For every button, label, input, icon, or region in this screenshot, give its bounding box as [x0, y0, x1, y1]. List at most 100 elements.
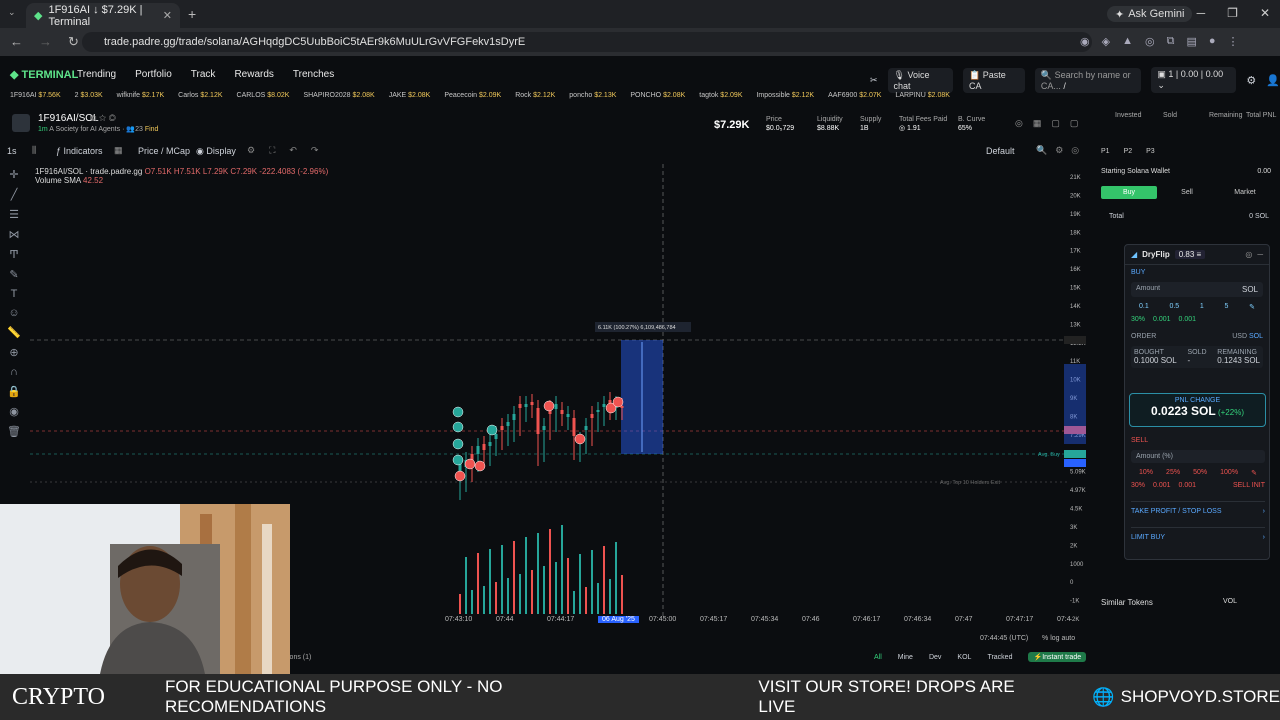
chart-settings-icons[interactable]: ⚙⛶↶↷ — [247, 145, 332, 156]
ticker-item[interactable]: poncho $2.13K — [569, 92, 616, 104]
nav-rewards[interactable]: Rewards — [234, 69, 273, 80]
currency-toggle[interactable]: USD SOL — [1232, 333, 1263, 340]
price-mcap-toggle[interactable]: Price / MCap — [138, 146, 190, 156]
ask-gemini-button[interactable]: ✦ Ask Gemini — [1107, 6, 1193, 22]
tab-menu-icon[interactable]: ⌄ — [8, 7, 16, 18]
chart-tool-icon[interactable]: ✂ — [870, 75, 878, 86]
ticker-item[interactable]: Impossible $2.12K — [756, 92, 814, 104]
extension-icon[interactable]: ◈ — [1102, 35, 1110, 48]
buy-tab[interactable]: Buy — [1101, 186, 1157, 199]
extension-icon[interactable]: ◎ — [1145, 35, 1155, 48]
preset-p2[interactable]: P2 — [1124, 148, 1133, 155]
eye-icon[interactable]: ◉ — [9, 405, 19, 418]
emoji-icon[interactable]: ☺ — [8, 307, 19, 319]
extensions-puzzle-icon[interactable]: ⧉ — [1167, 35, 1175, 48]
minimize-icon[interactable]: ─ — [1197, 6, 1206, 20]
ticker-item[interactable]: 1F916AI $7.56K — [10, 92, 61, 104]
ticker-item[interactable]: CARLOS $8.02K — [237, 92, 290, 104]
ticker-item[interactable]: 2 $3.03K — [75, 92, 103, 104]
nav-track[interactable]: Track — [191, 69, 216, 80]
limit-buy-row[interactable]: LIMIT BUY › — [1131, 527, 1265, 541]
settings-gear-icon[interactable]: ⚙ — [1246, 74, 1256, 87]
vol-sort[interactable]: VOL — [1223, 598, 1237, 605]
ticker-item[interactable]: Rock $2.12K — [515, 92, 555, 104]
pattern-icon[interactable]: ⋈ — [9, 228, 20, 241]
tpsl-row[interactable]: TAKE PROFIT / STOP LOSS › — [1131, 501, 1265, 515]
forward-icon[interactable]: → — [39, 34, 52, 50]
scale-options[interactable]: % log auto — [1042, 635, 1075, 642]
edit-icon[interactable]: ✎ — [1249, 303, 1255, 311]
new-tab-icon[interactable]: + — [188, 6, 196, 22]
filter-kol[interactable]: KOL — [957, 654, 971, 661]
quick-buy-0[interactable]: 0.1 — [1139, 303, 1149, 311]
filter-mine[interactable]: Mine — [898, 654, 913, 661]
interval-button[interactable]: 1s — [7, 146, 17, 156]
filter-all[interactable]: All — [874, 654, 882, 661]
back-icon[interactable]: ← — [10, 34, 23, 50]
amount-field[interactable]: Amount SOL — [1131, 282, 1263, 297]
close-tab-icon[interactable]: ✕ — [163, 9, 172, 22]
dryflip-settings-icon[interactable]: ◎ — [1245, 250, 1252, 259]
wallet-selector[interactable]: ▣ 1 | 0.00 | 0.00 ⌄ — [1151, 67, 1237, 93]
layout-default-select[interactable]: Default — [986, 146, 1015, 156]
text-icon[interactable]: T — [11, 288, 18, 300]
search-input[interactable]: 🔍 Search by name or CA... / — [1034, 67, 1142, 93]
ticker-item[interactable]: tagtok $2.09K — [699, 92, 742, 104]
ticker-item[interactable]: PONCHO $2.08K — [630, 92, 685, 104]
voice-chat-button[interactable]: 🎙 Voice chat — [887, 67, 954, 93]
candle-type-icon[interactable]: ⫼ — [32, 145, 36, 156]
find-button[interactable]: Find — [145, 126, 159, 133]
close-window-icon[interactable]: ✕ — [1260, 6, 1270, 20]
sidebar-icon[interactable]: ▤ — [1186, 35, 1196, 48]
address-bar[interactable]: trade.padre.gg/trade/solana/AGHqdgDC5Uub… — [82, 32, 1092, 52]
quick-buy-1[interactable]: 0.5 — [1169, 303, 1179, 311]
quick-buy-3[interactable]: 5 — [1224, 303, 1228, 311]
ticker-item[interactable]: Peacecoin $2.09K — [444, 92, 501, 104]
quick-buy-2[interactable]: 1 — [1200, 303, 1204, 311]
trash-icon[interactable]: 🗑 — [7, 425, 21, 438]
wallet-row[interactable]: Starting Solana Wallet 0.00 — [1101, 168, 1271, 175]
nav-trenches[interactable]: Trenches — [293, 69, 334, 80]
edit-icon[interactable]: ✎ — [1251, 469, 1257, 477]
reload-icon[interactable]: ↻ — [68, 34, 79, 50]
preset-p1[interactable]: P1 — [1101, 148, 1110, 155]
account-icon[interactable]: 👤 — [1266, 74, 1280, 87]
dryflip-minimize-icon[interactable]: ─ — [1257, 250, 1263, 259]
ticker-item[interactable]: JAKE $2.08K — [389, 92, 431, 104]
sell-tab[interactable]: Sell — [1159, 186, 1215, 199]
filter-dev[interactable]: Dev — [929, 654, 941, 661]
filter-tracked[interactable]: Tracked — [987, 654, 1012, 661]
trendline-icon[interactable]: ╱ — [11, 188, 18, 201]
ticker-item[interactable]: SHAPIRO2028 $2.08K — [303, 92, 374, 104]
indicators-button[interactable]: ƒ Indicators — [56, 146, 103, 156]
ticker-item[interactable]: wifknife $2.17K — [117, 92, 164, 104]
fib-icon[interactable]: Ͳ — [9, 248, 18, 261]
extension-icon[interactable]: ▲ — [1122, 35, 1133, 48]
ticker-item[interactable]: LARPINU $2.08K — [895, 92, 949, 104]
zoom-icon[interactable]: ⊕ — [9, 346, 18, 359]
market-select[interactable]: Market — [1217, 186, 1273, 199]
amount-pct-field[interactable]: Amount (%) — [1131, 450, 1265, 463]
trades-tab[interactable]: ions (1) — [288, 654, 311, 661]
ruler-icon[interactable]: 📏 — [7, 326, 21, 339]
terminal-logo[interactable]: ◆ TERMINAL — [10, 68, 78, 81]
layout-icon[interactable]: ▦ — [114, 145, 123, 156]
quick-sell-0[interactable]: 10% — [1139, 469, 1153, 477]
menu-dots-icon[interactable]: ⋮ — [1228, 35, 1239, 48]
maximize-icon[interactable]: ❐ — [1227, 6, 1238, 20]
instant-trade-button[interactable]: ⚡Instant trade — [1028, 652, 1087, 662]
quick-sell-3[interactable]: 100% — [1220, 469, 1238, 477]
header-tools[interactable]: ◎▦▢▢ — [1015, 118, 1088, 129]
ticker-item[interactable]: Carlos $2.12K — [178, 92, 222, 104]
quick-sell-1[interactable]: 25% — [1166, 469, 1180, 477]
display-button[interactable]: ◉ Display — [196, 146, 236, 157]
magnet-icon[interactable]: ∩ — [10, 366, 18, 378]
lock-icon[interactable]: 🔒 — [7, 385, 21, 398]
nav-trending[interactable]: Trending — [77, 69, 116, 80]
extension-icon[interactable]: ◉ — [1080, 35, 1090, 48]
ticker-item[interactable]: AAF6900 $2.07K — [828, 92, 881, 104]
brush-icon[interactable]: ✎ — [9, 268, 18, 281]
browser-tab[interactable]: ◆ 1F916AI ↓ $7.29K | Terminal ✕ — [26, 3, 180, 28]
quick-sell-2[interactable]: 50% — [1193, 469, 1207, 477]
profile-avatar[interactable]: ● — [1209, 35, 1216, 48]
